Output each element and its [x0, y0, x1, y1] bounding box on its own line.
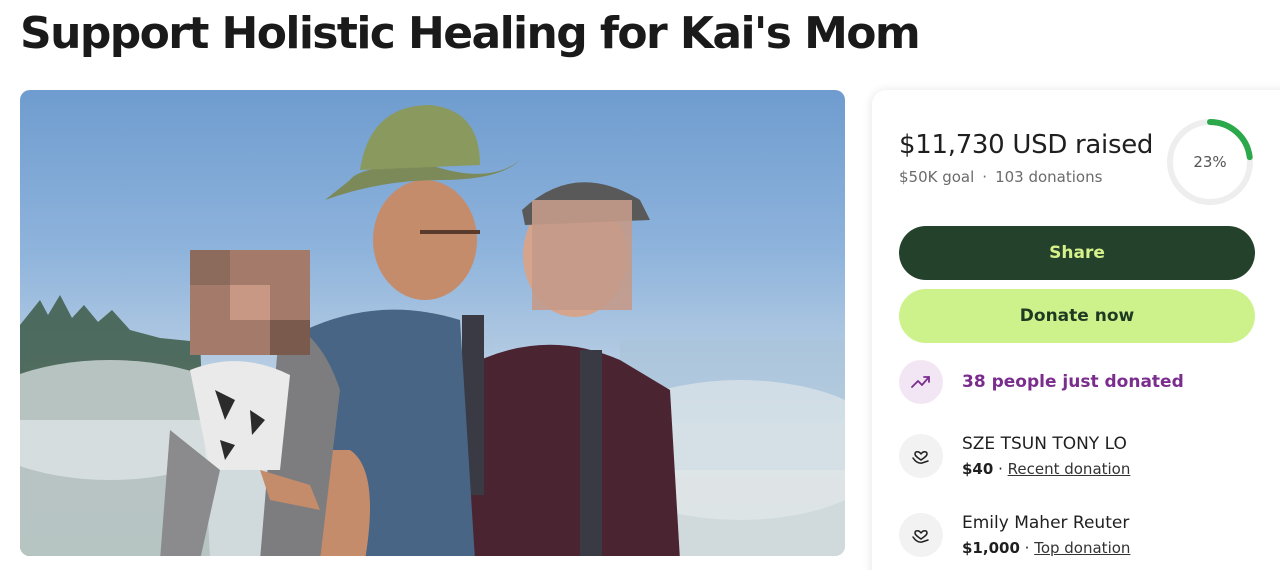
- donor-name: Emily Maher Reuter: [962, 513, 1130, 533]
- share-button[interactable]: Share: [899, 226, 1255, 280]
- recent-donors-text: 38 people just donated: [962, 372, 1184, 392]
- top-donation-link[interactable]: Top donation: [1034, 539, 1130, 557]
- donor-amount: $1,000: [962, 539, 1020, 557]
- donor-name: SZE TSUN TONY LO: [962, 434, 1127, 454]
- goal-meta: $50K goal · 103 donations: [899, 168, 1102, 186]
- page-title: Support Holistic Healing for Kai's Mom: [20, 8, 921, 59]
- photo-illustration: [20, 105, 845, 556]
- donation-card: $11,730 USD raised $50K goal · 103 donatio…: [872, 90, 1280, 570]
- donor-item: SZE TSUN TONY LO $40 · Recent donation: [899, 434, 1130, 478]
- meta-separator: ·: [982, 168, 988, 186]
- trending-up-icon: [899, 360, 943, 404]
- donor-amount: $40: [962, 460, 994, 478]
- heart-hand-icon: [899, 434, 943, 478]
- donation-count: 103 donations: [995, 168, 1103, 186]
- donate-now-button[interactable]: Donate now: [899, 289, 1255, 343]
- goal-amount: $50K goal: [899, 168, 975, 186]
- progress-percent: 23%: [1193, 153, 1227, 171]
- fundraiser-photo[interactable]: [20, 90, 845, 556]
- recent-activity: 38 people just donated: [899, 360, 1184, 404]
- donor-item: Emily Maher Reuter $1,000 · Top donation: [899, 513, 1130, 557]
- recent-donation-link[interactable]: Recent donation: [1008, 460, 1131, 478]
- heart-hand-icon: [899, 513, 943, 557]
- amount-raised: $11,730 USD raised: [899, 130, 1154, 160]
- donor-separator: ·: [1019, 539, 1035, 557]
- donor-separator: ·: [993, 460, 1008, 478]
